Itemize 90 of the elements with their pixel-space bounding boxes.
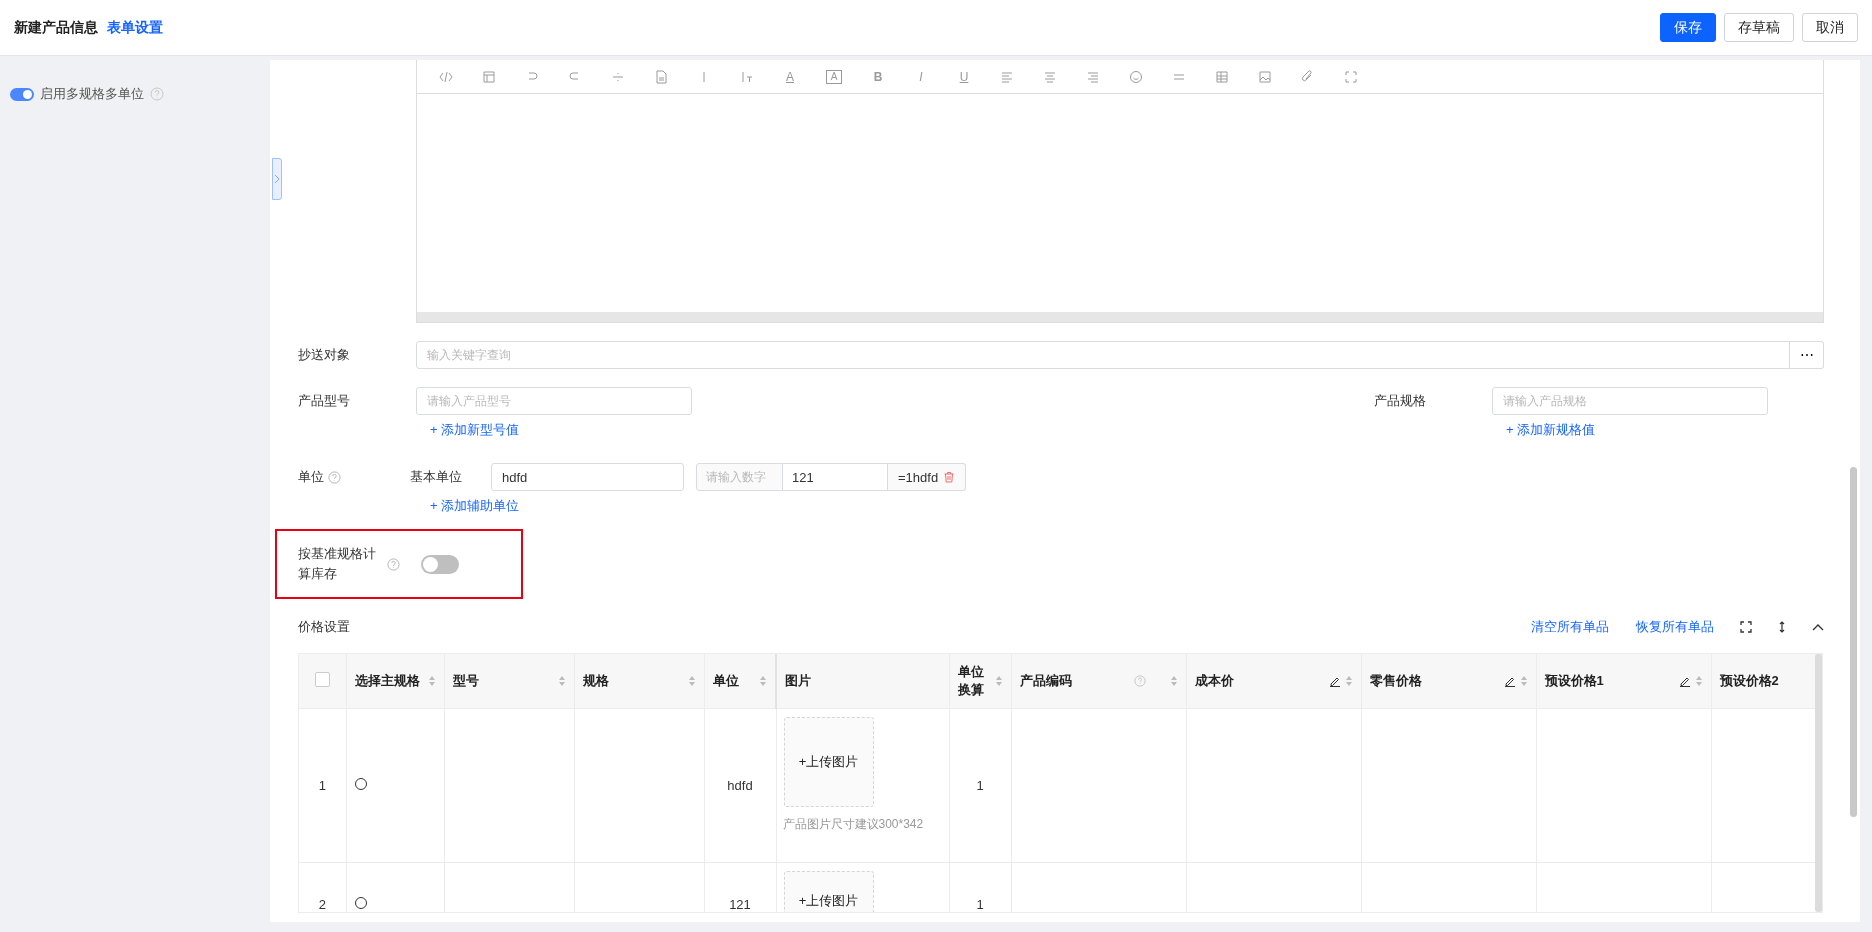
unit-result: =1hdfd xyxy=(898,469,939,485)
trash-icon[interactable] xyxy=(943,471,956,483)
page-title: 新建产品信息 xyxy=(14,18,98,37)
al-tool-icon[interactable] xyxy=(1000,69,1014,84)
row-number: 2 xyxy=(318,897,326,912)
table-action-link[interactable]: 清空所有单品 xyxy=(1531,618,1609,636)
add-unit-link[interactable]: + 添加辅助单位 xyxy=(416,497,967,515)
add-model-link[interactable]: + 添加新型号值 xyxy=(416,421,692,439)
cc-input[interactable]: 输入关键字查询 xyxy=(416,341,1790,369)
section-title: 价格设置 xyxy=(298,618,350,636)
unit-cell: hdfd xyxy=(727,778,753,793)
edit-icon[interactable] xyxy=(1678,675,1691,687)
column-header: 成本价 xyxy=(1194,672,1234,690)
more-button[interactable]: ⋯ xyxy=(1790,341,1824,369)
format-tool-icon[interactable]: I xyxy=(914,69,928,84)
model-input[interactable]: 请输入产品型号 xyxy=(416,387,692,415)
table-tool-icon[interactable] xyxy=(1215,69,1229,84)
sort-icon[interactable] xyxy=(759,675,767,687)
sort-icon[interactable] xyxy=(427,675,436,687)
ac-tool-icon[interactable] xyxy=(1043,69,1057,84)
sort-icon[interactable] xyxy=(1344,675,1353,687)
column-header: 型号 xyxy=(452,672,479,690)
column-header: 规格 xyxy=(582,672,609,690)
upload-image-button[interactable]: +上传图片 xyxy=(783,871,874,912)
fullscreen-icon[interactable] xyxy=(1740,621,1752,633)
collapse-handle[interactable] xyxy=(272,158,282,200)
column-header: 零售价格 xyxy=(1369,672,1422,690)
fontsize-tool-icon[interactable] xyxy=(740,69,754,84)
field-label: 按基准规格计算库存 xyxy=(298,545,377,583)
ratio-input[interactable]: 请输入数字 xyxy=(696,463,783,491)
column-header: 产品编码 xyxy=(1019,672,1072,690)
image-tool-icon[interactable] xyxy=(1258,69,1272,84)
sort-icon[interactable] xyxy=(1169,675,1178,687)
header-button[interactable]: 存草稿 xyxy=(1724,13,1794,42)
layout-tool-icon[interactable] xyxy=(482,69,496,84)
field-label: 产品规格 xyxy=(1374,392,1427,410)
file-tool-icon[interactable] xyxy=(654,69,668,84)
scrollbar-thumb[interactable] xyxy=(1850,467,1857,817)
collapse-icon[interactable] xyxy=(1812,623,1824,631)
sort-icon[interactable] xyxy=(687,675,696,687)
sort-icon[interactable] xyxy=(557,675,566,687)
unit-cell: 121 xyxy=(729,897,751,912)
spec-input[interactable]: 请输入产品规格 xyxy=(1492,387,1768,415)
emoji-tool-icon[interactable] xyxy=(1129,69,1143,84)
format-tool-icon[interactable]: A xyxy=(783,69,797,84)
select-all-checkbox[interactable] xyxy=(314,672,330,687)
column-header: 单位换算 xyxy=(957,663,985,699)
table-scrollbar[interactable] xyxy=(1815,654,1822,912)
field-label: 抄送对象 xyxy=(298,346,351,364)
format-tool-icon[interactable]: U xyxy=(957,69,971,84)
toggle-label: 启用多规格多单位 xyxy=(40,85,144,103)
column-header: 选择主规格 xyxy=(354,672,420,690)
ratio-value-input[interactable]: 121 xyxy=(783,463,888,491)
help-icon xyxy=(387,557,400,571)
base-unit-label: 基本单位 xyxy=(410,468,463,486)
sort-icon[interactable] xyxy=(1519,675,1528,687)
ar-tool-icon[interactable] xyxy=(1086,69,1100,84)
add-spec-link[interactable]: + 添加新规格值 xyxy=(1492,421,1768,439)
column-header: 预设价格1 xyxy=(1544,672,1604,690)
sort-icon[interactable] xyxy=(994,675,1003,687)
help-icon xyxy=(328,470,341,484)
header-button[interactable]: 取消 xyxy=(1802,13,1858,42)
help-icon xyxy=(1133,675,1146,687)
column-header: 图片 xyxy=(785,672,811,690)
save-button[interactable]: 保存 xyxy=(1660,13,1716,42)
rich-text-editor[interactable]: A A B I U xyxy=(416,60,1824,323)
toggle-switch[interactable] xyxy=(10,87,34,101)
toggle-switch[interactable] xyxy=(421,554,459,574)
row-number: 1 xyxy=(318,778,326,793)
field-label: 产品型号 xyxy=(298,392,351,410)
form-settings-link[interactable]: 表单设置 xyxy=(107,18,163,37)
sort-icon[interactable] xyxy=(1694,675,1703,687)
format-tool-icon[interactable]: B xyxy=(871,69,885,84)
column-header: 预设价格2 xyxy=(1719,672,1779,690)
field-label: 单位 xyxy=(298,468,324,486)
upload-image-button[interactable]: +上传图片 xyxy=(783,717,874,807)
vertical-arrows-icon[interactable] xyxy=(1778,621,1786,633)
help-icon xyxy=(150,87,164,101)
attach-tool-icon[interactable] xyxy=(1301,69,1315,84)
column-header: 单位 xyxy=(712,672,739,690)
base-unit-input[interactable]: hdfd xyxy=(491,463,684,491)
edit-icon[interactable] xyxy=(1328,675,1341,687)
conversion-cell: 1 xyxy=(976,897,984,912)
conversion-cell: 1 xyxy=(976,778,984,793)
format-tool-icon[interactable]: A xyxy=(826,69,842,84)
code-tool-icon[interactable] xyxy=(439,69,453,84)
table-action-link[interactable]: 恢复所有单品 xyxy=(1636,618,1714,636)
image-size-hint: 产品图片尺寸建议300*342 xyxy=(782,816,925,833)
full-tool-icon[interactable] xyxy=(1344,69,1358,84)
edit-icon[interactable] xyxy=(1503,675,1516,687)
